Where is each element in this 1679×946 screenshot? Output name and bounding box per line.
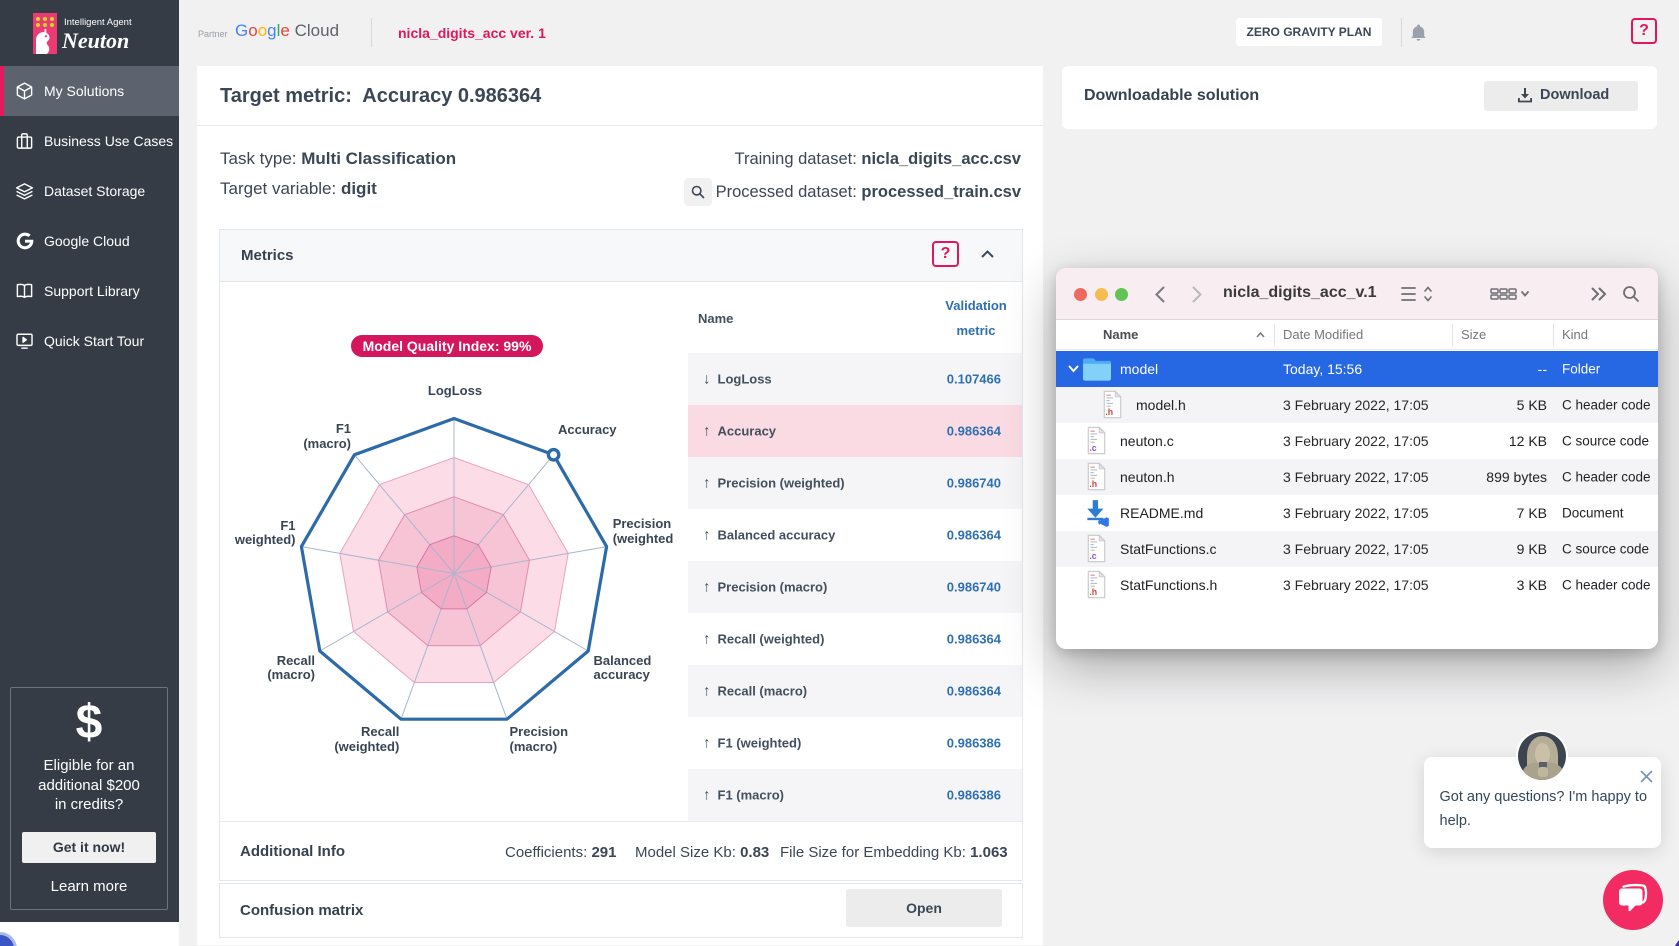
- svg-text:.c: .c: [1089, 551, 1096, 561]
- svg-text:.h: .h: [1105, 407, 1113, 417]
- svg-text:.h: .h: [1089, 479, 1097, 489]
- svg-text:.h: .h: [1089, 587, 1097, 597]
- svg-text:.c: .c: [1089, 443, 1096, 453]
